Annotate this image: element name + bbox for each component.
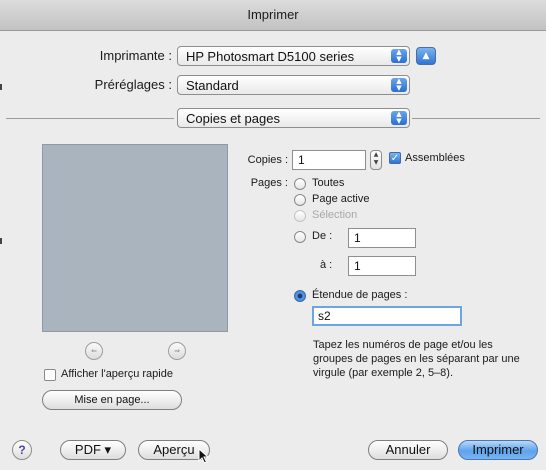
pages-selection-radio [294,210,306,222]
arrow-left-icon: ⇐ [91,347,97,355]
collate-checkbox[interactable]: ✓ [389,152,401,164]
next-page-button[interactable]: ⇒ [168,342,186,360]
pages-all-radio[interactable] [294,178,306,190]
printer-label: Imprimante : [99,48,172,63]
popup-arrows-icon: ▲ ▼ [391,49,407,63]
triangle-up-icon: ▲ [422,51,430,61]
edge-mark [0,238,2,244]
presets-label: Préréglages : [94,77,172,92]
title-bar: Imprimer [0,0,546,31]
printer-value: HP Photosmart D5100 series [186,49,355,64]
pages-from-radio[interactable] [294,231,306,243]
pages-selection-label: Sélection [312,209,358,221]
pages-all-label: Toutes [312,177,345,189]
presets-popup[interactable]: Standard ▲ ▼ [177,75,410,95]
pages-from-label: De : [312,230,333,242]
pages-from-field[interactable]: 1 [348,228,416,248]
copies-stepper[interactable]: ▲ ▼ [370,150,382,170]
pages-current-radio[interactable] [294,194,306,206]
mouse-pointer-icon [198,448,210,464]
help-button[interactable]: ? [12,440,32,460]
pages-to-label: à : [320,259,333,271]
pages-range-field[interactable]: s2 [312,306,462,326]
pages-to-field[interactable]: 1 [348,256,416,276]
section-value: Copies et pages [186,111,280,126]
expand-dialog-button[interactable]: ▲ [416,47,436,65]
copies-field[interactable]: 1 [292,150,366,170]
edge-mark [0,84,2,90]
cancel-button[interactable]: Annuler [368,440,448,460]
collate-label: Assemblées [405,152,465,164]
quick-preview-label: Afficher l'aperçu rapide [61,368,173,380]
previous-page-button[interactable]: ⇐ [85,342,103,360]
presets-value: Standard [186,78,239,93]
popup-arrows-icon: ▲ ▼ [391,78,407,92]
help-icon: ? [18,443,26,457]
popup-arrows-icon: ▲ ▼ [391,111,407,125]
print-dialog: Imprimer Imprimante : HP Photosmart D510… [0,0,546,470]
window-title: Imprimer [247,7,299,22]
checkmark-icon: ✓ [390,153,400,164]
stepper-down-icon: ▼ [373,159,379,166]
page-setup-button[interactable]: Mise en page... [42,390,182,410]
arrow-right-icon: ⇒ [174,347,180,355]
pages-range-label: Étendue de pages : [312,289,408,301]
pages-current-label: Page active [312,193,370,205]
printer-popup[interactable]: HP Photosmart D5100 series ▲ ▼ [177,46,410,66]
separator-right [412,118,540,119]
stepper-up-icon: ▲ [373,151,379,158]
section-popup[interactable]: Copies et pages ▲ ▼ [177,108,410,128]
separator-left [6,118,174,119]
print-button[interactable]: Imprimer [458,440,538,460]
range-help-text: Tapez les numéros de page et/ou les grou… [313,339,520,379]
pages-range-radio[interactable] [294,290,306,302]
page-preview [42,144,228,332]
pdf-menu-button[interactable]: PDF ▾ [60,440,126,460]
pages-label: Pages : [250,177,288,189]
quick-preview-checkbox[interactable] [44,369,56,381]
copies-label: Copies : [247,154,288,166]
